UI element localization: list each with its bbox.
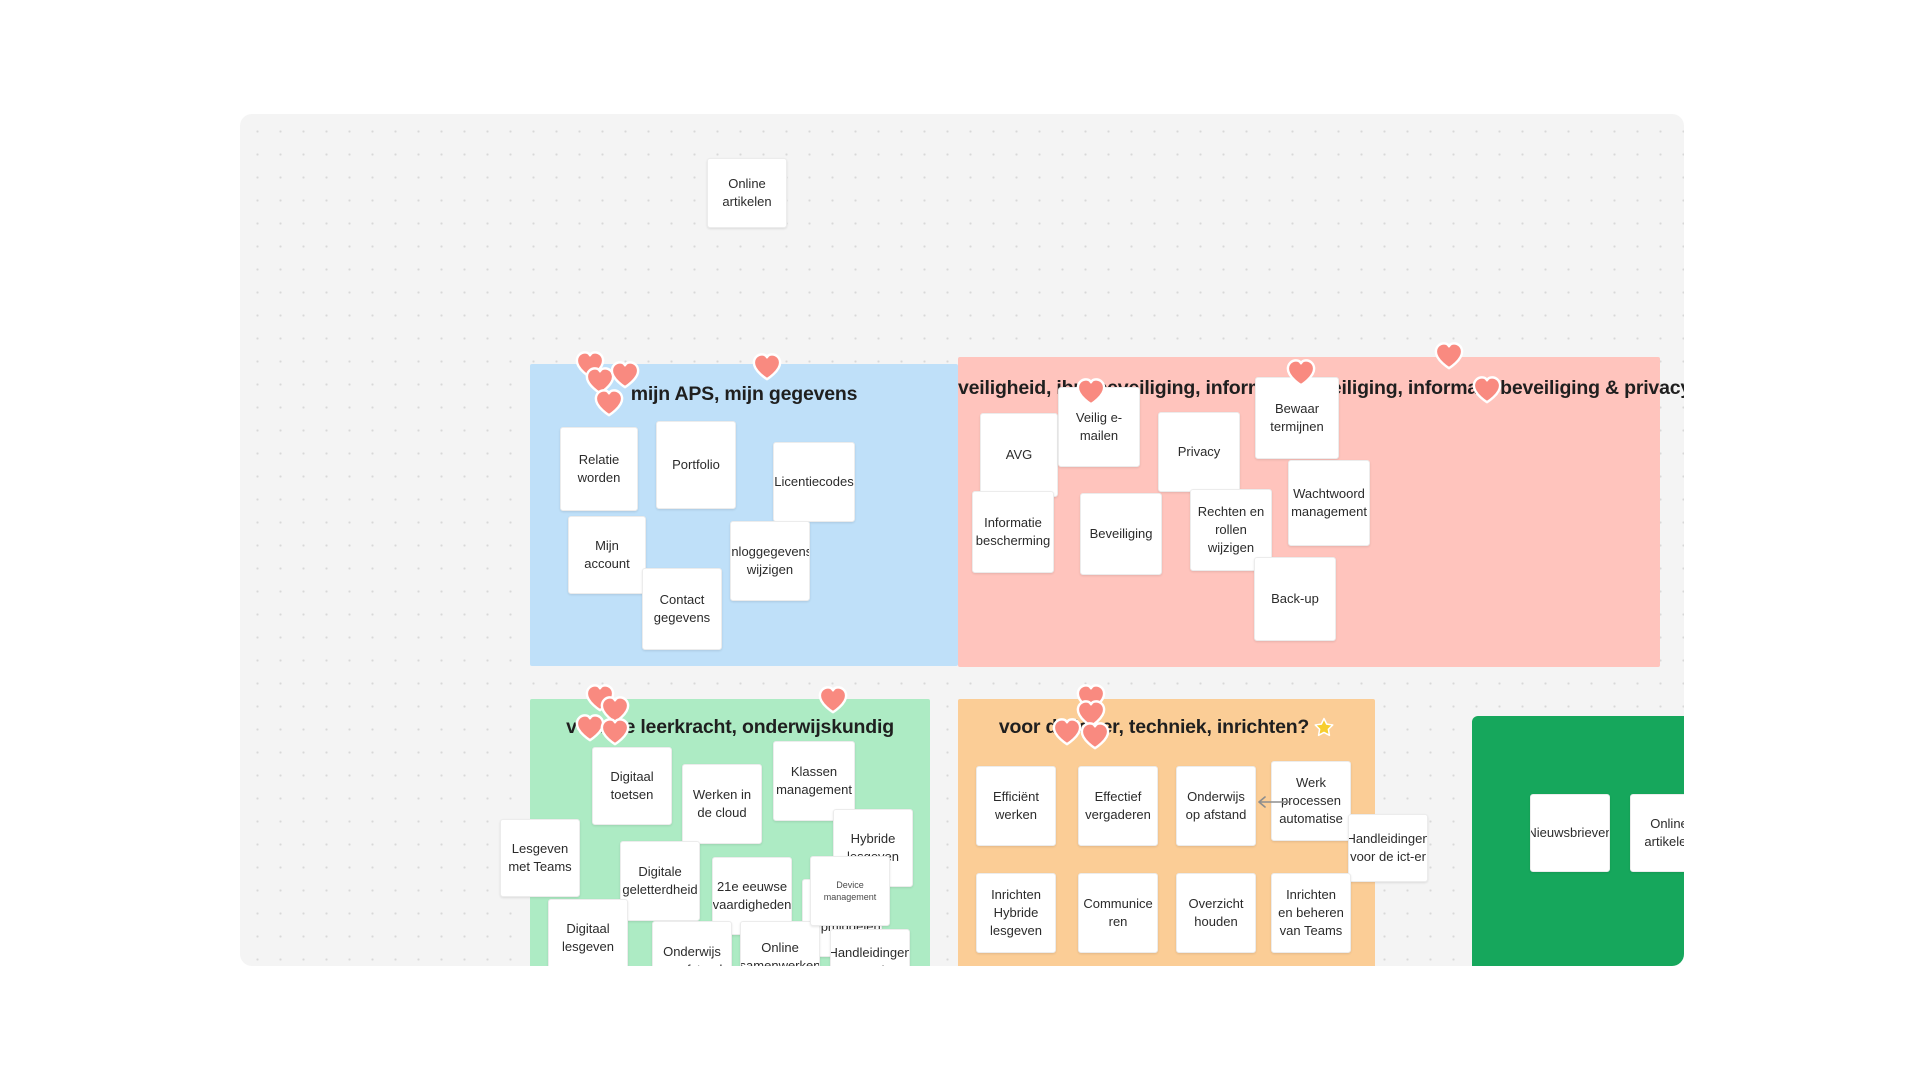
zone-title: voor de ict-er, techniek, inrichten? <box>958 716 1375 739</box>
sticky-note[interactable]: Overzicht houden <box>1176 873 1256 953</box>
zone-emerald[interactable]: NieuwsbrievenOnline artikelenContact geg… <box>1472 716 1684 966</box>
sticky-note-label: Onderwijs op afstand <box>1185 789 1247 822</box>
sticky-note-label: Inloggegevens wijzigen <box>730 544 810 577</box>
zone-orange[interactable]: voor de ict-er, techniek, inrichten? Effi… <box>958 699 1428 966</box>
sticky-note-label: Back-up <box>1271 591 1319 607</box>
sticky-note-label: Online artikelen <box>1644 816 1684 849</box>
sticky-note-label: Klassen management <box>776 764 852 797</box>
sticky-note[interactable]: Licentiecodes <box>773 442 855 522</box>
sticky-note[interactable]: Contact gegevens <box>642 568 722 650</box>
sticky-note-label: Digitaal lesgeven <box>561 921 615 954</box>
sticky-note[interactable]: Online samenwerken <box>740 921 820 966</box>
sticky-note-label: Portfolio <box>672 457 720 473</box>
zone-title: mijn APS, mijn gegevens <box>630 383 858 405</box>
sticky-note[interactable]: Handleidingen voor de ict-er <box>1348 814 1428 882</box>
sticky-note[interactable]: Wachtwoord management <box>1288 460 1370 546</box>
sticky-note[interactable]: Communice ren <box>1078 873 1158 953</box>
sticky-note-label: Overzicht houden <box>1188 896 1244 929</box>
sticky-note[interactable]: Digitaal toetsen <box>592 747 672 825</box>
sticky-note[interactable]: Veilig e-mailen <box>1058 387 1140 467</box>
sticky-note[interactable]: Inrichten Hybride lesgeven <box>976 873 1056 953</box>
sticky-note-label: Inrichten en beheren van Teams <box>1278 887 1344 938</box>
sticky-note[interactable]: Inrichten en beheren van Teams <box>1271 873 1351 953</box>
board-canvas[interactable]: mijn APS, mijn gegevens Relatie worden Por… <box>240 114 1684 966</box>
zone-title: voor de leerkracht, onderwijskundig <box>566 716 894 738</box>
sticky-note-label: Relatie worden <box>577 452 621 485</box>
sticky-note-label: Informatie bescherming <box>975 515 1051 548</box>
sticky-note[interactable]: Werken in de cloud <box>682 764 762 844</box>
sticky-note-label: Licentiecodes <box>774 474 854 490</box>
sticky-note-label: Handleidingen voor de leerkracht <box>830 945 910 966</box>
sticky-note[interactable]: Digitale geletterdheid <box>620 841 700 921</box>
sticky-note-label: Rechten en rollen wijzigen <box>1197 504 1265 555</box>
sticky-note[interactable]: Inloggegevens wijzigen <box>730 521 810 601</box>
sticky-note[interactable]: Relatie worden <box>560 427 638 511</box>
sticky-note-label: Beveiliging <box>1089 526 1153 542</box>
whiteboard-app: mijn APS, mijn gegevens Relatie worden Por… <box>0 0 1920 1080</box>
sticky-note-label: Bewaar termijnen <box>1270 401 1324 434</box>
sticky-note[interactable]: AVG <box>980 413 1058 497</box>
sticky-note-label: Mijn account <box>584 538 630 571</box>
sticky-note-label: Device management <box>823 879 877 902</box>
title-star-icon <box>1314 717 1334 737</box>
zone-pink[interactable]: veiligheid, ibp, beveiliging, informatie… <box>958 357 1684 667</box>
sticky-note[interactable]: Handleidingen voor de leerkracht <box>830 929 910 966</box>
sticky-note-label: Online samenwerken <box>740 940 820 966</box>
connector-arrow-left-icon[interactable] <box>1256 795 1290 809</box>
sticky-note-label: Online artikelen <box>722 176 772 209</box>
sticky-note-label: Wachtwoord management <box>1291 486 1367 519</box>
sticky-note[interactable]: Nieuwsbrieven <box>1530 794 1610 872</box>
sticky-note[interactable]: Privacy <box>1158 412 1240 492</box>
sticky-note[interactable]: Beveiliging <box>1080 493 1162 575</box>
sticky-note-label: Lesgeven met Teams <box>508 841 572 874</box>
star-glyph <box>1314 717 1334 737</box>
sticky-note-label: Digitale geletterdheid <box>622 864 698 897</box>
sticky-note[interactable]: Mijn account <box>568 516 646 594</box>
sticky-note[interactable]: Back-up <box>1254 557 1336 641</box>
sticky-note[interactable]: Effectief vergaderen <box>1078 766 1158 846</box>
sticky-note[interactable]: Informatie bescherming <box>972 491 1054 573</box>
sticky-note[interactable]: Digitaal lesgeven <box>548 899 628 966</box>
floating-sticky-note[interactable]: Online artikelen <box>707 158 787 228</box>
sticky-note-label: Digitaal toetsen <box>610 769 654 802</box>
sticky-note[interactable]: Onderwijs op afstand <box>1176 766 1256 846</box>
sticky-note-label: 21e eeuwse vaardigheden <box>712 879 792 912</box>
sticky-note-label: Effectief vergaderen <box>1085 789 1151 822</box>
floating-sticky-note[interactable]: Device management <box>810 856 890 926</box>
sticky-note-label: Inrichten Hybride lesgeven <box>989 887 1043 938</box>
sticky-note[interactable]: Online artikelen <box>1630 794 1684 872</box>
sticky-note-label: Nieuwsbrieven <box>1530 825 1610 841</box>
sticky-note-label: Onderwijs op afstand <box>662 944 723 966</box>
arrow-glyph <box>1258 796 1290 808</box>
sticky-note-label: Veilig e-mailen <box>1075 410 1123 443</box>
sticky-note[interactable]: Bewaar termijnen <box>1255 377 1339 459</box>
sticky-note[interactable]: Efficiënt werken <box>976 766 1056 846</box>
sticky-note-label: AVG <box>1005 447 1033 463</box>
sticky-note-label: Contact gegevens <box>653 592 711 625</box>
sticky-note-label: Werken in de cloud <box>692 787 752 820</box>
sticky-note-label: Communice ren <box>1083 896 1153 929</box>
sticky-note-label: Privacy <box>1177 444 1221 460</box>
sticky-note-label: Efficiënt werken <box>992 789 1039 822</box>
sticky-note[interactable]: Lesgeven met Teams <box>500 819 580 897</box>
zone-blue[interactable]: mijn APS, mijn gegevens Relatie worden Por… <box>530 364 958 666</box>
sticky-note[interactable]: Onderwijs op afstand <box>652 921 732 966</box>
sticky-note-label: Handleidingen voor de ict-er <box>1348 831 1428 864</box>
sticky-note[interactable]: Portfolio <box>656 421 736 509</box>
